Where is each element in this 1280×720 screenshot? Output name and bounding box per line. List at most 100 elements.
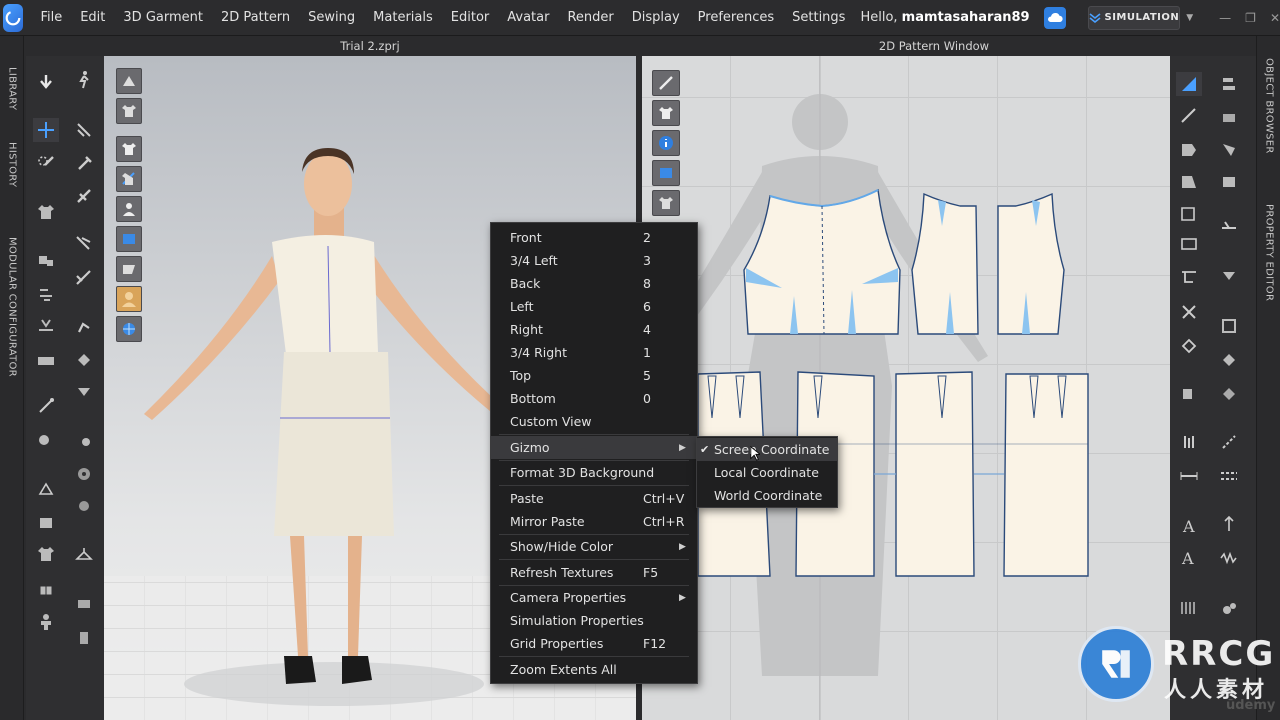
gift-icon[interactable]	[33, 576, 59, 600]
circle-icon[interactable]	[1176, 202, 1202, 226]
menu-item-top[interactable]: Top 5	[491, 364, 697, 387]
menu-3d-garment[interactable]: 3D Garment	[114, 0, 212, 36]
polygon-icon[interactable]	[1176, 138, 1202, 162]
tab-object-browser[interactable]: OBJECT BROWSER	[1257, 54, 1280, 158]
measure-2d-icon[interactable]	[1216, 512, 1242, 536]
display-surface-icon[interactable]	[116, 256, 142, 282]
free-sewing-icon[interactable]	[1216, 382, 1242, 406]
minimize-icon[interactable]: —	[1219, 11, 1231, 25]
menu-edit[interactable]: Edit	[71, 0, 114, 36]
menu-item-custom-view[interactable]: Custom View	[491, 410, 697, 433]
hanger-icon[interactable]	[71, 542, 97, 566]
maximize-icon[interactable]: ❐	[1245, 11, 1256, 25]
simulation-button[interactable]: SIMULATION	[1087, 5, 1181, 30]
sewing-line-icon[interactable]	[1216, 430, 1242, 454]
tab-history[interactable]: HISTORY	[0, 136, 24, 194]
steam-icon[interactable]	[33, 282, 59, 306]
ruler-icon[interactable]	[1176, 596, 1202, 620]
display-garment-icon[interactable]	[116, 98, 142, 124]
buttonhole-icon[interactable]	[71, 380, 97, 404]
menu-file[interactable]: File	[31, 0, 71, 36]
brush-icon[interactable]	[33, 152, 59, 176]
seam-allowance-icon[interactable]	[1216, 314, 1242, 338]
menu-item-front[interactable]: Front 2	[491, 226, 697, 249]
submenu-item-local-coordinate[interactable]: Local Coordinate	[697, 461, 837, 484]
menu-item-format-3d-background[interactable]: Format 3D Background	[491, 461, 697, 484]
menu-item-mirror-paste[interactable]: Mirror Paste Ctrl+R	[491, 510, 697, 533]
silhouette-icon[interactable]	[71, 626, 97, 650]
display-fabric-icon[interactable]	[116, 226, 142, 252]
menu-display[interactable]: Display	[623, 0, 689, 36]
zip-icon[interactable]	[33, 348, 59, 372]
app-logo-icon[interactable]	[3, 3, 24, 32]
tab-modular-configurator[interactable]: MODULAR CONFIGURATOR	[0, 232, 24, 382]
add-point-icon[interactable]	[1216, 104, 1242, 128]
trim-icon[interactable]	[71, 462, 97, 486]
display-avatar-icon[interactable]	[116, 68, 142, 94]
menu-item-3-4-right[interactable]: 3/4 Right 1	[491, 341, 697, 364]
menu-item-paste[interactable]: Paste Ctrl+V	[491, 487, 697, 510]
cut-sew-icon[interactable]	[1176, 300, 1202, 324]
line-tool-icon[interactable]	[33, 394, 59, 418]
menu-item-camera-properties[interactable]: Camera Properties ▶	[491, 586, 697, 609]
transform-pattern-icon[interactable]	[1216, 72, 1242, 96]
menu-settings[interactable]: Settings	[783, 0, 854, 36]
display-texture-icon[interactable]	[116, 136, 142, 162]
internal-polygon-icon[interactable]	[1216, 138, 1242, 162]
pattern-window[interactable]	[642, 56, 1170, 720]
fabric-icon[interactable]	[33, 510, 59, 534]
topstitch-icon[interactable]	[33, 428, 59, 452]
internal-circle-icon[interactable]	[1176, 232, 1202, 256]
menu-item-grid-properties[interactable]: Grid Properties F12	[491, 632, 697, 655]
simulation-down-icon[interactable]	[33, 70, 59, 94]
menu-item-show-hide-color[interactable]: Show/Hide Color ▶	[491, 535, 697, 558]
submenu-item-world-coordinate[interactable]: World Coordinate	[697, 484, 837, 507]
pattern-display-pen-icon[interactable]	[652, 70, 680, 96]
edit-curvature-icon[interactable]	[1176, 104, 1202, 128]
button-tool-icon[interactable]	[71, 348, 97, 372]
rectangle-icon[interactable]	[1176, 170, 1202, 194]
avatar-icon[interactable]	[33, 610, 59, 634]
graphic-icon[interactable]	[71, 494, 97, 518]
print-icon[interactable]	[33, 478, 59, 502]
avatar-pose-icon[interactable]	[71, 314, 97, 338]
topstitch-line-icon[interactable]	[1216, 464, 1242, 488]
segment-sewing-icon[interactable]	[1176, 382, 1202, 406]
display-avatar-tools-icon[interactable]	[116, 196, 142, 222]
menu-avatar[interactable]: Avatar	[498, 0, 558, 36]
annotation-icon[interactable]: A	[1176, 546, 1202, 570]
grading-icon[interactable]	[1216, 348, 1242, 372]
pattern-fabric-icon[interactable]	[652, 160, 680, 186]
display-skin-icon[interactable]	[116, 286, 142, 312]
menu-materials[interactable]: Materials	[364, 0, 442, 36]
puckering-icon[interactable]	[71, 428, 97, 452]
garment-icon[interactable]	[33, 200, 59, 224]
measure-icon[interactable]	[71, 266, 97, 290]
select-mesh-icon[interactable]	[71, 118, 97, 142]
internal-rectangle-icon[interactable]	[1216, 170, 1242, 194]
menu-item-right[interactable]: Right 4	[491, 318, 697, 341]
menu-item-bottom[interactable]: Bottom 0	[491, 387, 697, 410]
menu-item-left[interactable]: Left 6	[491, 295, 697, 318]
pin-icon[interactable]	[71, 152, 97, 176]
fold-icon[interactable]	[33, 248, 59, 272]
trace-icon[interactable]	[1176, 264, 1202, 288]
submenu-item-screen-coordinate[interactable]: ✔ Screen Coordinate	[697, 438, 837, 461]
hardware-icon[interactable]	[1216, 596, 1242, 620]
pattern-info-icon[interactable]	[652, 130, 680, 156]
tack-icon[interactable]	[71, 184, 97, 208]
menu-2d-pattern[interactable]: 2D Pattern	[212, 0, 299, 36]
accessory-icon[interactable]	[71, 592, 97, 616]
shrink-icon[interactable]	[33, 314, 59, 338]
shirt-icon[interactable]	[33, 542, 59, 566]
menu-item-back[interactable]: Back 8	[491, 272, 697, 295]
binding-icon[interactable]	[1176, 334, 1202, 358]
menu-render[interactable]: Render	[558, 0, 622, 36]
menu-item-zoom-extents-all[interactable]: Zoom Extents All	[491, 658, 697, 681]
display-pattern-icon[interactable]	[116, 166, 142, 192]
menu-editor[interactable]: Editor	[442, 0, 498, 36]
notch-icon[interactable]	[1216, 264, 1242, 288]
text-icon[interactable]: A	[1176, 514, 1202, 538]
menu-item-gizmo[interactable]: Gizmo ▶	[491, 436, 697, 459]
menu-preferences[interactable]: Preferences	[689, 0, 783, 36]
